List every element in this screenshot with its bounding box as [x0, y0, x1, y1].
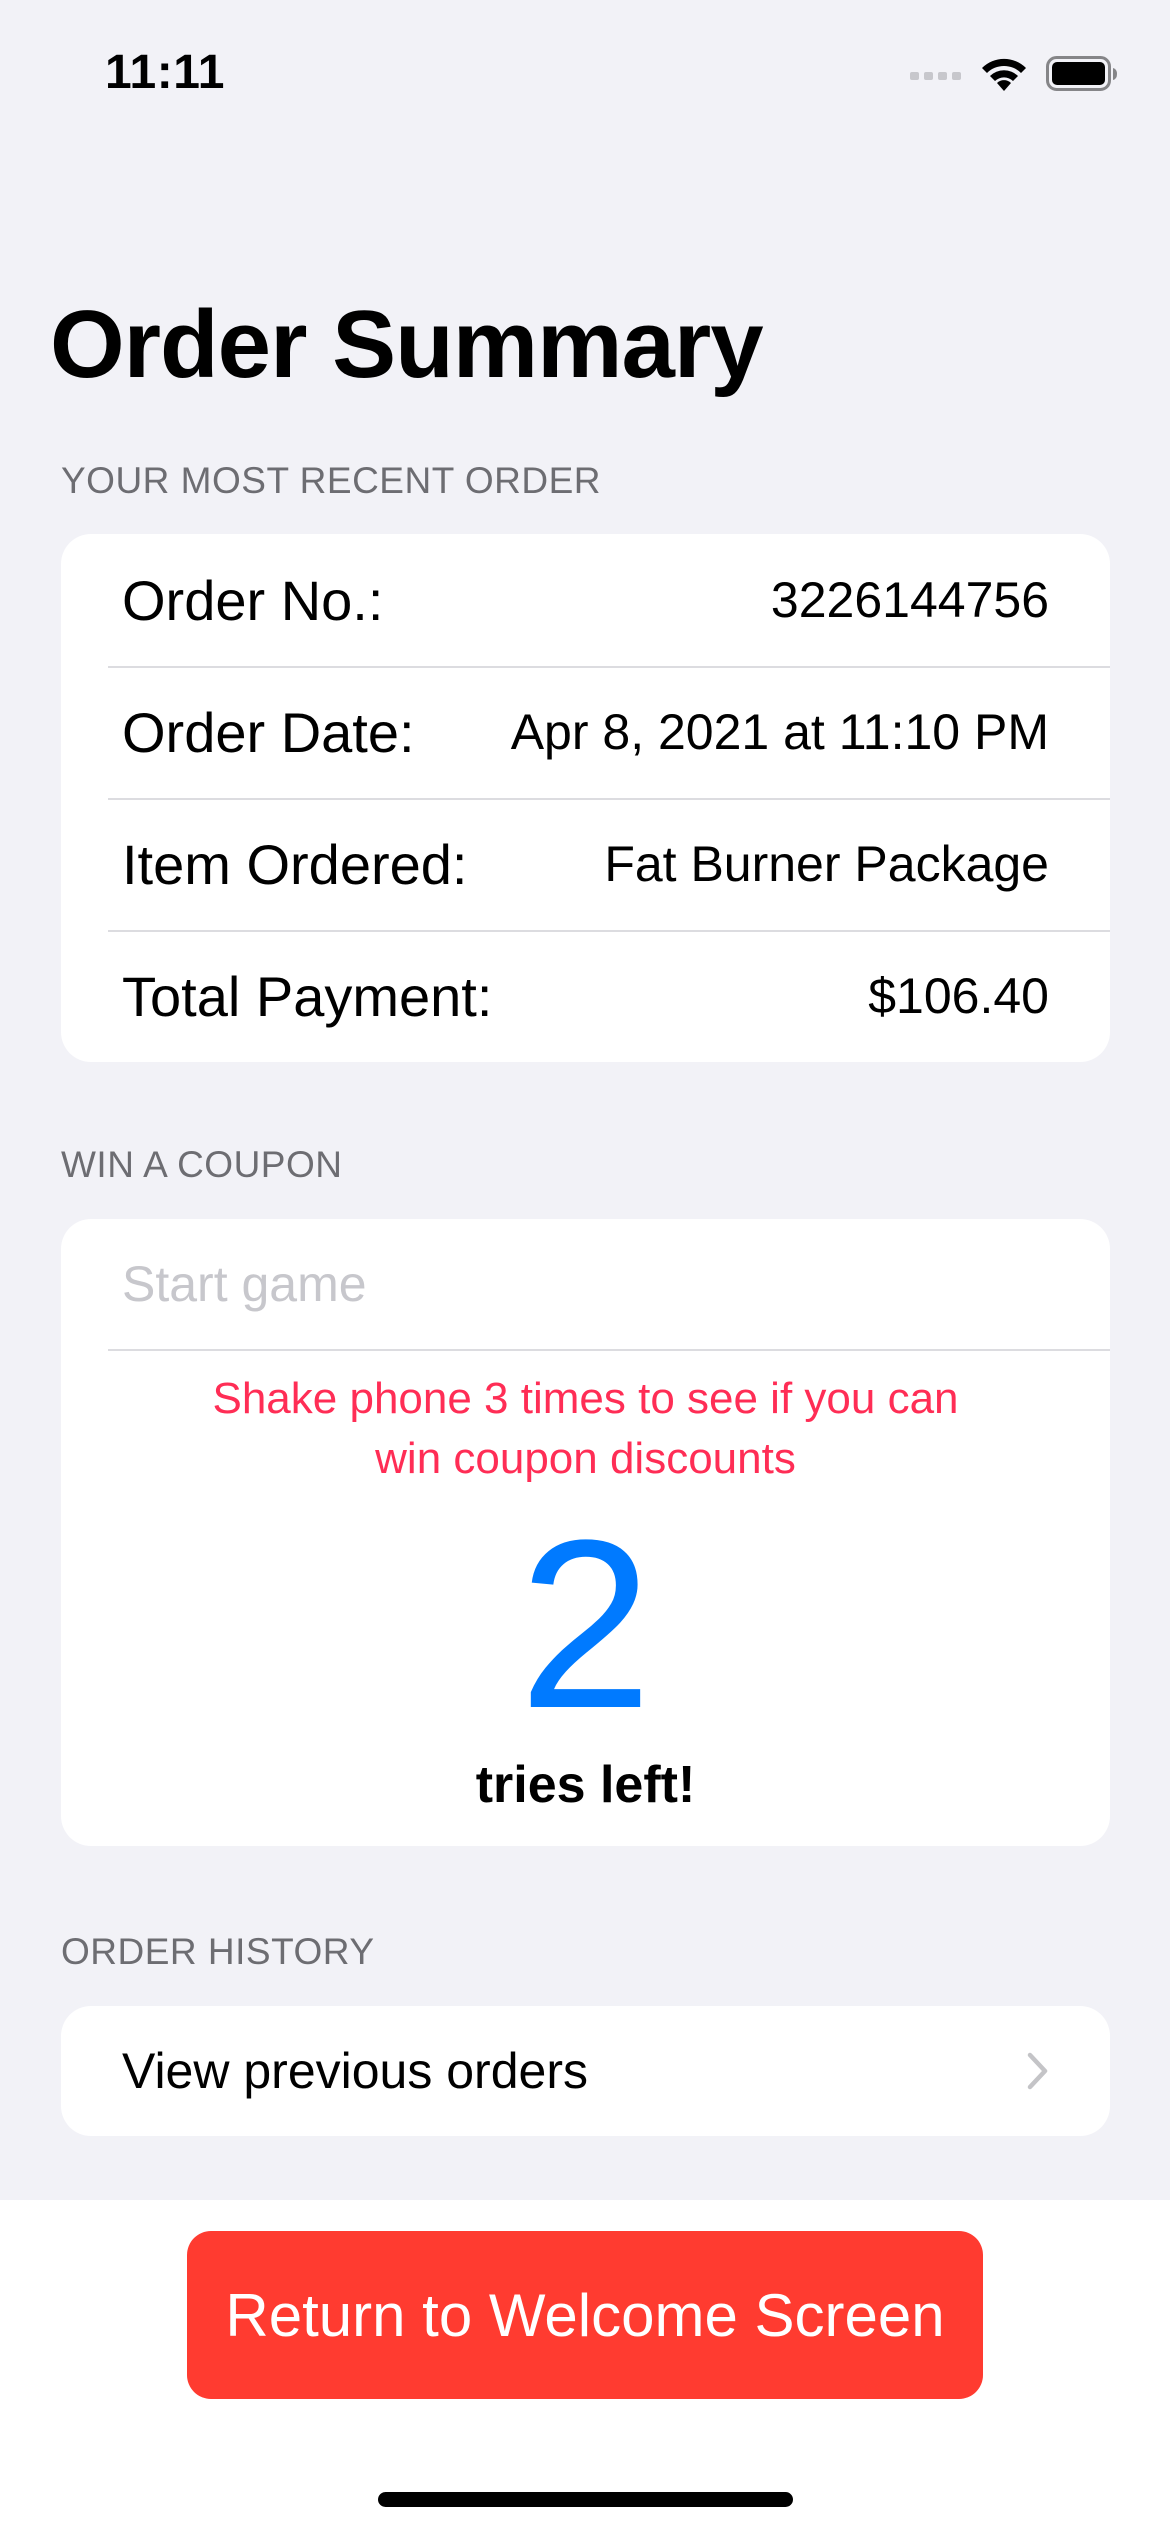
- item-ordered-row: Item Ordered: Fat Burner Package: [61, 798, 1110, 930]
- cellular-signal-icon: [910, 72, 961, 80]
- battery-icon: [1046, 56, 1117, 91]
- status-icons: [910, 52, 1118, 96]
- status-time: 11:11: [105, 46, 225, 99]
- shake-instructions-line-1: Shake phone 3 times to see if you can: [212, 1374, 959, 1423]
- view-previous-orders-link[interactable]: View previous orders: [61, 2006, 1110, 2136]
- coupon-card: Shake phone 3 times to see if you can wi…: [61, 1219, 1110, 1846]
- return-to-welcome-button[interactable]: Return to Welcome Screen: [187, 2231, 983, 2399]
- page-title: Order Summary: [50, 291, 764, 398]
- order-date-value: Apr 8, 2021 at 11:10 PM: [510, 704, 1049, 760]
- total-payment-value: $106.40: [868, 968, 1049, 1024]
- tries-label: tries left!: [475, 1756, 696, 1814]
- status-bar: 11:11: [0, 0, 1170, 140]
- order-history-section-header: ORDER HISTORY: [61, 1931, 375, 1972]
- bottom-panel: Return to Welcome Screen: [0, 2200, 1170, 2532]
- order-date-label: Order Date:: [122, 700, 415, 764]
- tries-count: 2: [518, 1490, 653, 1758]
- divider: [108, 1349, 1110, 1351]
- order-number-value: 3226144756: [770, 572, 1049, 628]
- order-date-row: Order Date: Apr 8, 2021 at 11:10 PM: [61, 666, 1110, 798]
- order-number-label: Order No.:: [122, 568, 384, 632]
- shake-instructions-line-2: win coupon discounts: [375, 1434, 796, 1483]
- order-history-card: View previous orders: [61, 2006, 1110, 2136]
- chevron-right-icon: [1027, 2052, 1048, 2090]
- recent-order-card: Order No.: 3226144756 Order Date: Apr 8,…: [61, 534, 1110, 1062]
- recent-order-section-header: YOUR MOST RECENT ORDER: [61, 460, 602, 501]
- coupon-section-header: WIN A COUPON: [61, 1144, 343, 1185]
- home-indicator: [378, 2492, 793, 2507]
- wifi-icon: [982, 58, 1026, 91]
- start-game-input[interactable]: [61, 1219, 1110, 1349]
- item-ordered-label: Item Ordered:: [122, 832, 468, 896]
- total-payment-label: Total Payment:: [122, 964, 493, 1028]
- view-previous-orders-label: View previous orders: [122, 2043, 588, 2099]
- shake-instructions: Shake phone 3 times to see if you can wi…: [161, 1369, 1010, 1489]
- item-ordered-value: Fat Burner Package: [604, 836, 1049, 892]
- order-number-row: Order No.: 3226144756: [61, 534, 1110, 666]
- total-payment-row: Total Payment: $106.40: [61, 930, 1110, 1062]
